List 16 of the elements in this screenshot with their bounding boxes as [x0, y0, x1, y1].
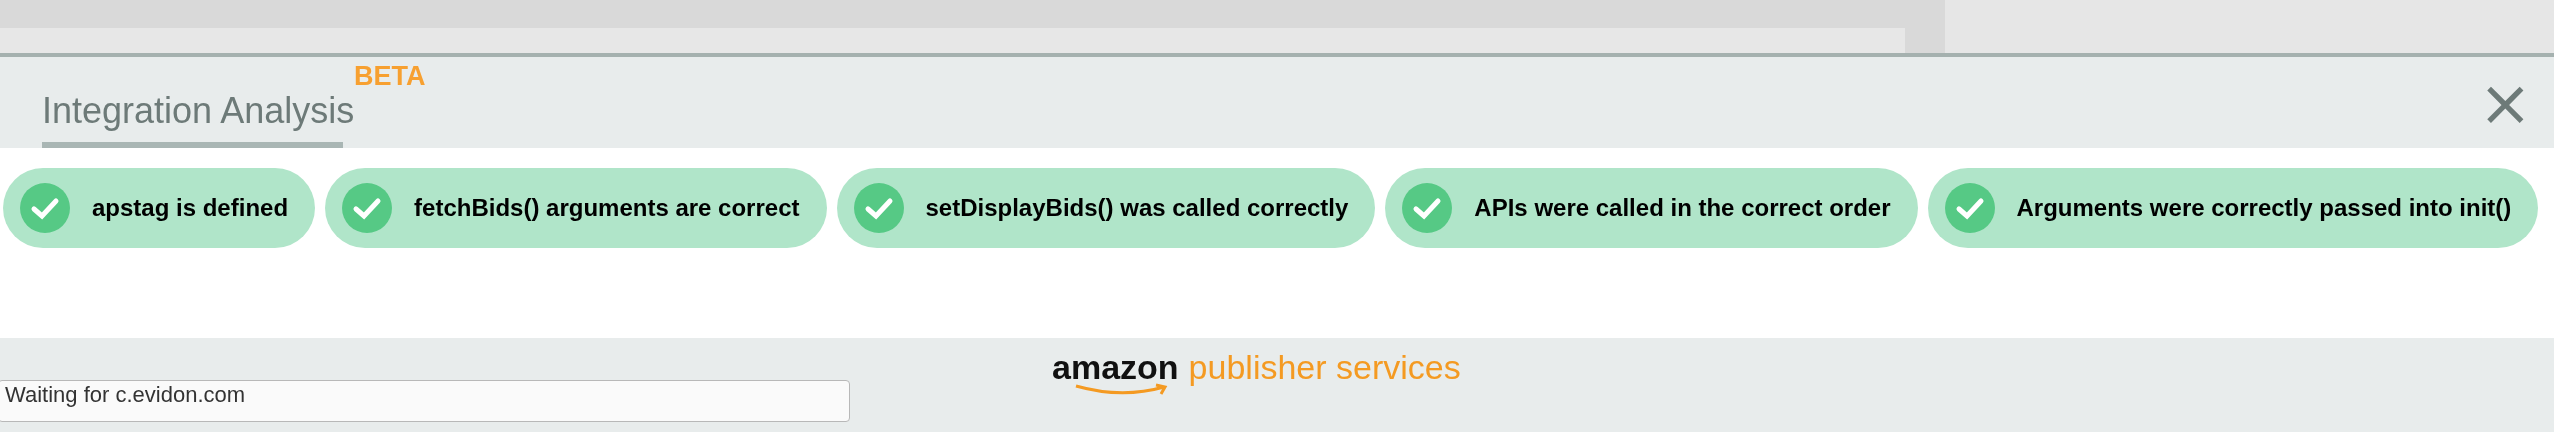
check-label: apstag is defined: [92, 194, 289, 222]
logo-word: amazon: [1052, 348, 1179, 395]
logo-tagline: publisher services: [1188, 348, 1461, 387]
check-label: fetchBids() arguments are correct: [414, 194, 800, 222]
beta-label: BETA: [354, 61, 426, 92]
check-icon: [20, 183, 70, 233]
check-icon: [1402, 183, 1453, 233]
check-label: setDisplayBids() was called correctly: [925, 194, 1349, 222]
check-icon: [853, 183, 904, 233]
check-label: Arguments were correctly passed into init(): [2016, 194, 2512, 222]
panel-title[interactable]: Integration Analysis: [37, 90, 360, 132]
check-label: APIs were called in the correct order: [1474, 194, 1891, 222]
check-icon: [1944, 183, 1995, 233]
status-text: Waiting for c.evidon.com: [4, 381, 247, 409]
check-icon: [342, 183, 393, 233]
close-button[interactable]: ×: [2478, 70, 2532, 135]
